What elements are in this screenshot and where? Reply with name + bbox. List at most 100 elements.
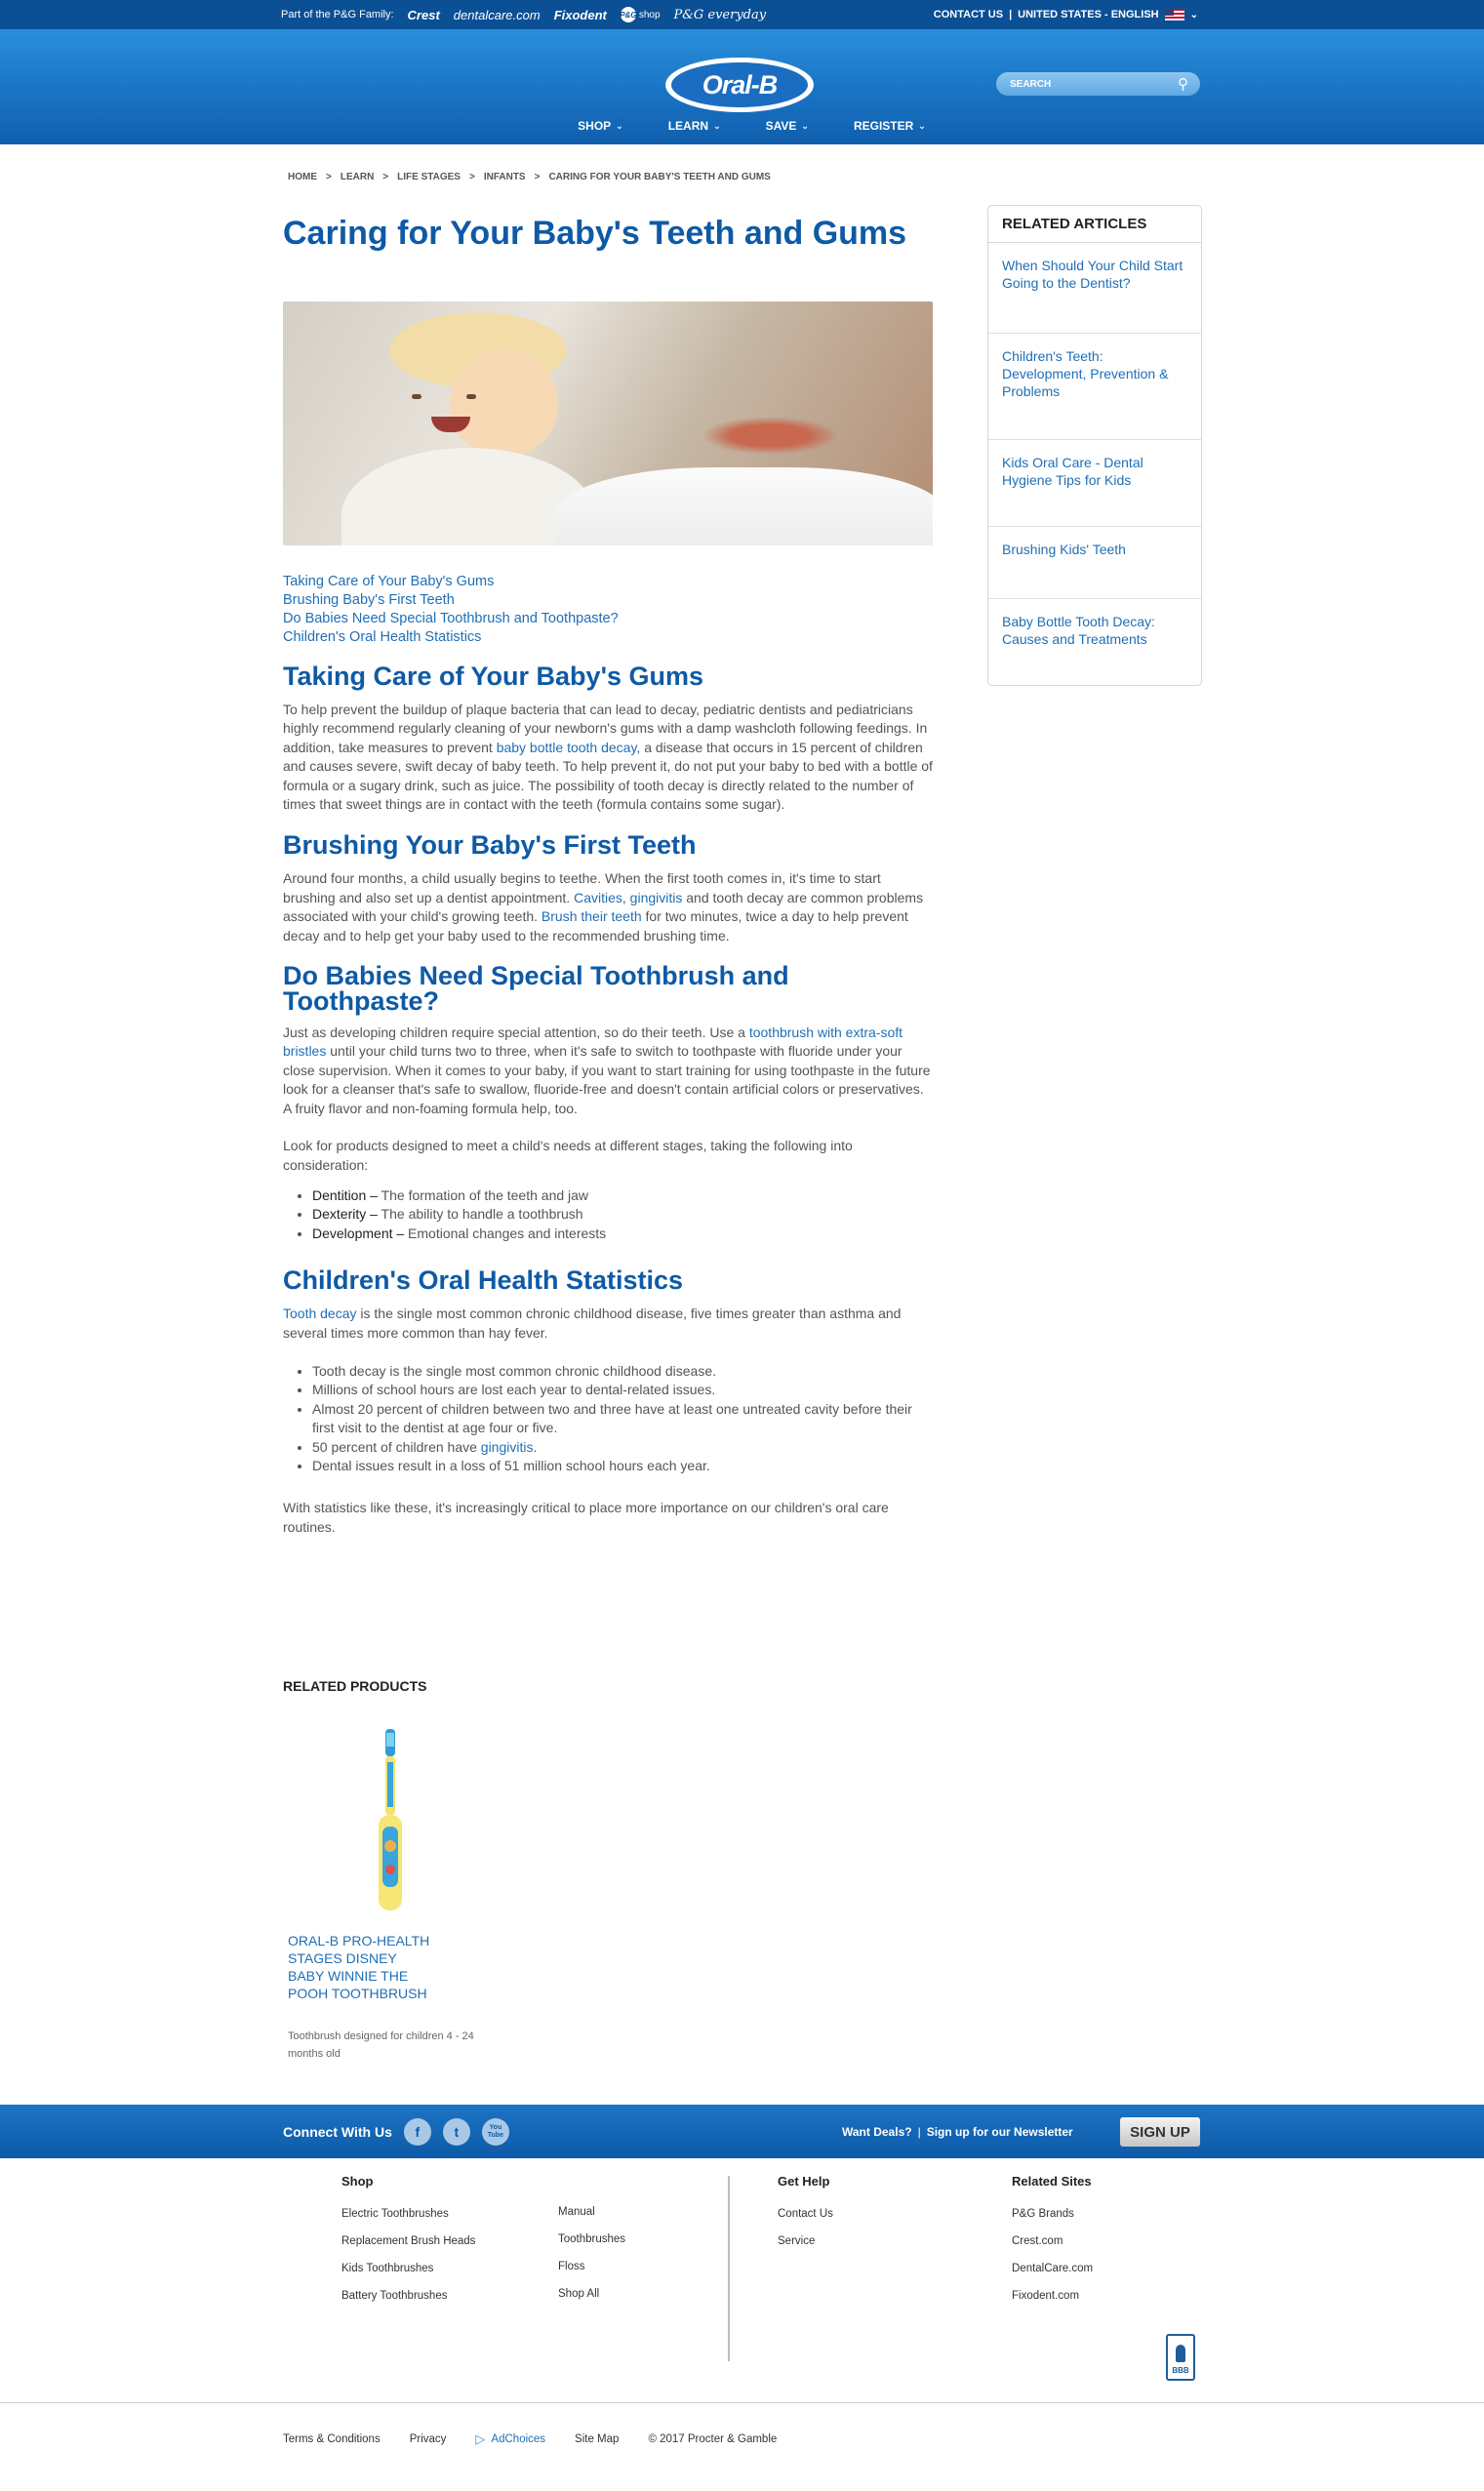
footer-link[interactable]: Electric Toothbrushes	[341, 2200, 475, 2228]
footer-link[interactable]: Service	[778, 2228, 833, 2255]
footer-link[interactable]: Floss	[558, 2253, 625, 2280]
nav-save[interactable]: SAVE ⌄	[766, 119, 809, 133]
list-item: Millions of school hours are lost each y…	[312, 1381, 933, 1399]
brush-their-teeth-link[interactable]: Brush their teeth	[541, 908, 642, 924]
adchoices-label: AdChoices	[491, 2433, 546, 2445]
cavities-link[interactable]: Cavities	[574, 890, 622, 905]
breadcrumb-home[interactable]: HOME	[288, 172, 317, 182]
footer-link[interactable]: P&G Brands	[1012, 2200, 1093, 2228]
utility-separator: |	[1009, 9, 1013, 20]
breadcrumb-separator: >	[534, 172, 541, 182]
youtube-icon[interactable]: You Tube	[481, 2117, 509, 2146]
oral-b-logo[interactable]: Oral-B	[665, 58, 814, 112]
related-article-link[interactable]: When Should Your Child Start Going to th…	[988, 243, 1201, 334]
connect-label: Connect With Us	[283, 2123, 392, 2140]
main-nav: SHOP ⌄ LEARN ⌄ SAVE ⌄ REGISTER ⌄	[0, 119, 1484, 133]
toothbrush-image[interactable]	[366, 1729, 415, 1914]
gingivitis-link[interactable]: gingivitis	[481, 1439, 534, 1455]
text-span: ,	[622, 889, 630, 905]
footer-link[interactable]: Fixodent.com	[1012, 2282, 1093, 2310]
toc-link-gums[interactable]: Taking Care of Your Baby's Gums	[283, 573, 933, 591]
deals-separator: |	[917, 2124, 921, 2139]
pg-everyday-link[interactable]: P&G everyday	[674, 8, 767, 22]
gingivitis-link[interactable]: gingivitis	[630, 890, 683, 905]
footer-link[interactable]: Toothbrushes	[558, 2226, 625, 2253]
toc-link-toothbrush[interactable]: Do Babies Need Special Toothbrush and To…	[283, 610, 933, 628]
dentalcare-link[interactable]: dentalcare.com	[454, 8, 541, 22]
fixodent-link[interactable]: Fixodent	[554, 8, 607, 22]
adchoices-link[interactable]: ▷ AdChoices	[475, 2431, 545, 2447]
baby-bottle-tooth-decay-link[interactable]: baby bottle tooth decay	[497, 740, 637, 755]
site-map-link[interactable]: Site Map	[575, 2433, 619, 2445]
definition: Emotional changes and interests	[404, 1225, 607, 1241]
footer-help-title: Get Help	[778, 2174, 830, 2189]
toc-link-first-teeth[interactable]: Brushing Baby's First Teeth	[283, 591, 933, 610]
list-item: Dental issues result in a loss of 51 mil…	[312, 1457, 933, 1475]
closing-text: With statistics like these, it's increas…	[283, 1500, 889, 1535]
footer-related-title: Related Sites	[1012, 2174, 1092, 2189]
breadcrumb-infants[interactable]: INFANTS	[484, 172, 526, 182]
term: Dentition –	[312, 1186, 378, 1203]
chevron-down-icon: ⌄	[801, 120, 809, 131]
product-name-link[interactable]: ORAL-B PRO-HEALTH STAGES DISNEY BABY WIN…	[288, 1932, 434, 2002]
contact-us-link[interactable]: CONTACT US	[934, 9, 1003, 20]
copyright: © 2017 Procter & Gamble	[648, 2433, 778, 2445]
nav-shop-label: SHOP	[578, 119, 612, 133]
region-selector[interactable]: UNITED STATES - ENGLISH	[1018, 9, 1158, 20]
section-heading-first-teeth: Brushing Your Baby's First Teeth	[283, 830, 697, 861]
search-icon[interactable]: ⚲	[1178, 75, 1188, 93]
related-articles-title: RELATED ARTICLES	[988, 206, 1201, 243]
twitter-icon[interactable]: t	[442, 2117, 470, 2146]
footer-shop-title: Shop	[341, 2174, 374, 2189]
list-item: Almost 20 percent of children between tw…	[312, 1400, 933, 1438]
footer-link[interactable]: DentalCare.com	[1012, 2255, 1093, 2282]
terms-link[interactable]: Terms & Conditions	[283, 2433, 381, 2445]
footer-link[interactable]: Crest.com	[1012, 2228, 1093, 2255]
footer-link[interactable]: Manual	[558, 2198, 625, 2226]
toc-link-statistics[interactable]: Children's Oral Health Statistics	[283, 628, 933, 647]
article: Caring for Your Baby's Teeth and Gums Ta…	[283, 208, 933, 1537]
list-item: Tooth decay is the single most common ch…	[312, 1362, 933, 1381]
privacy-link[interactable]: Privacy	[410, 2433, 447, 2445]
newsletter-label: Sign up for our Newsletter	[926, 2124, 1073, 2139]
footer-link[interactable]: Battery Toothbrushes	[341, 2282, 475, 2310]
definition: The formation of the teeth and jaw	[377, 1186, 589, 1203]
nav-shop[interactable]: SHOP ⌄	[578, 119, 623, 133]
related-article-link[interactable]: Brushing Kids' Teeth	[988, 527, 1201, 599]
logo-text: Oral-B	[671, 62, 808, 107]
footer-link[interactable]: Contact Us	[778, 2200, 833, 2228]
footer-link[interactable]: Shop All	[558, 2280, 625, 2308]
stages-list: Dentition – The formation of the teeth a…	[283, 1186, 933, 1243]
chevron-down-icon[interactable]: ⌄	[1190, 10, 1198, 20]
footer-divider-line	[0, 2402, 1484, 2403]
hero-smile-shape	[431, 417, 470, 432]
chevron-down-icon: ⌄	[918, 120, 926, 131]
breadcrumb-life-stages[interactable]: LIFE STAGES	[397, 172, 461, 182]
section-heading-gums: Taking Care of Your Baby's Gums	[283, 662, 704, 691]
facebook-icon[interactable]: f	[403, 2117, 431, 2146]
related-article-link[interactable]: Kids Oral Care - Dental Hygiene Tips for…	[988, 440, 1201, 527]
related-article-link[interactable]: Baby Bottle Tooth Decay: Causes and Trea…	[988, 599, 1201, 685]
us-flag-icon[interactable]	[1164, 9, 1184, 20]
hero-eye-shape	[412, 394, 421, 399]
nav-register[interactable]: REGISTER ⌄	[854, 119, 926, 133]
search-box[interactable]: ⚲	[996, 72, 1200, 96]
pg-shop-link[interactable]: P&G shop	[620, 7, 661, 22]
breadcrumb: HOME > LEARN > LIFE STAGES > INFANTS > C…	[288, 172, 771, 182]
tooth-decay-link[interactable]: Tooth decay	[283, 1306, 357, 1321]
breadcrumb-current: CARING FOR YOUR BABY'S TEETH AND GUMS	[548, 172, 771, 182]
section-text-toothbrush: Just as developing children require spec…	[283, 1024, 933, 1118]
term: Development –	[312, 1225, 405, 1241]
sign-up-button[interactable]: SIGN UP	[1120, 2117, 1200, 2147]
footer-link[interactable]: Replacement Brush Heads	[341, 2228, 475, 2255]
bbb-badge-icon[interactable]: BBB	[1166, 2334, 1195, 2381]
related-article-link[interactable]: Children's Teeth: Development, Preventio…	[988, 334, 1201, 440]
list-item: Dexterity – The ability to handle a toot…	[312, 1205, 933, 1224]
pg-family-brands: Part of the P&G Family: Crest dentalcare…	[281, 0, 766, 29]
nav-learn[interactable]: LEARN ⌄	[668, 119, 721, 133]
search-input[interactable]	[1008, 77, 1178, 91]
crest-link[interactable]: Crest	[408, 8, 440, 22]
breadcrumb-learn[interactable]: LEARN	[341, 172, 374, 182]
section-text-gums: To help prevent the buildup of plaque ba…	[283, 701, 933, 814]
footer-link[interactable]: Kids Toothbrushes	[341, 2255, 475, 2282]
